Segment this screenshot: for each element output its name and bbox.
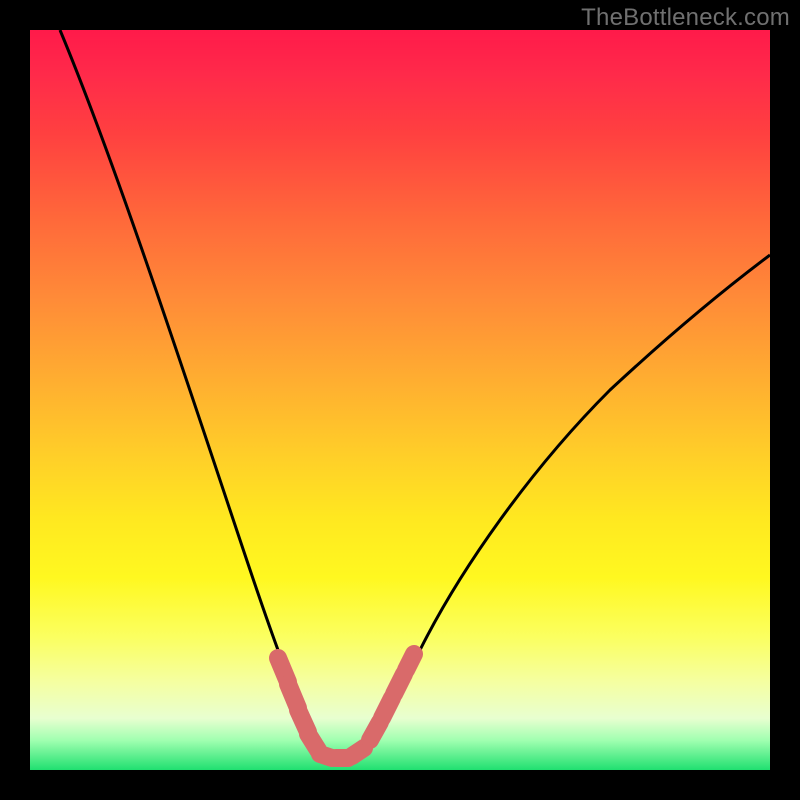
chart-frame: TheBottleneck.com	[0, 0, 800, 800]
chart-svg	[30, 30, 770, 770]
optimal-range-marker	[278, 654, 414, 758]
watermark-text: TheBottleneck.com	[581, 4, 790, 32]
